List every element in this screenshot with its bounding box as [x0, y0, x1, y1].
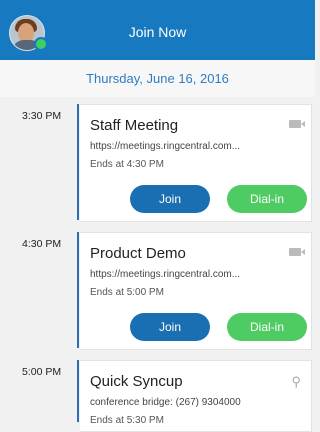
timeline-bar [77, 232, 79, 348]
meeting-card[interactable]: Staff Meeting https://meetings.ringcentr… [80, 104, 312, 222]
meeting-time: 4:30 PM [22, 238, 62, 250]
meeting-link[interactable]: https://meetings.ringcentral.com... [90, 269, 240, 280]
meeting-end-time: Ends at 5:00 PM [90, 287, 164, 298]
meeting-time: 3:30 PM [22, 110, 62, 122]
meeting-link[interactable]: https://meetings.ringcentral.com... [90, 141, 240, 152]
meeting-card[interactable]: Quick Syncup ⚲ conference bridge: (267) … [80, 360, 312, 432]
dial-in-button[interactable]: Dial-in [227, 185, 307, 213]
meeting-time: 5:00 PM [22, 366, 62, 378]
date-header: Thursday, June 16, 2016 [0, 60, 315, 97]
join-button[interactable]: Join [130, 313, 210, 341]
conference-bridge-number[interactable]: conference bridge: (267) 9304000 [90, 397, 241, 408]
timeline-bar [77, 360, 79, 422]
timeline-bar [77, 104, 79, 220]
join-button[interactable]: Join [130, 185, 210, 213]
meeting-card[interactable]: Product Demo https://meetings.ringcentra… [80, 232, 312, 350]
video-camera-icon [289, 120, 301, 128]
video-camera-icon [289, 248, 301, 256]
conference-phone-icon: ⚲ [291, 374, 301, 389]
top-bar: Join Now [0, 0, 315, 60]
dial-in-button[interactable]: Dial-in [227, 313, 307, 341]
meeting-end-time: Ends at 4:30 PM [90, 159, 164, 170]
meeting-title: Product Demo [90, 245, 186, 262]
meeting-end-time: Ends at 5:30 PM [90, 415, 164, 426]
meeting-title: Quick Syncup [90, 373, 183, 390]
date-label: Thursday, June 16, 2016 [86, 71, 229, 86]
page-title: Join Now [128, 24, 187, 40]
meeting-title: Staff Meeting [90, 117, 179, 134]
